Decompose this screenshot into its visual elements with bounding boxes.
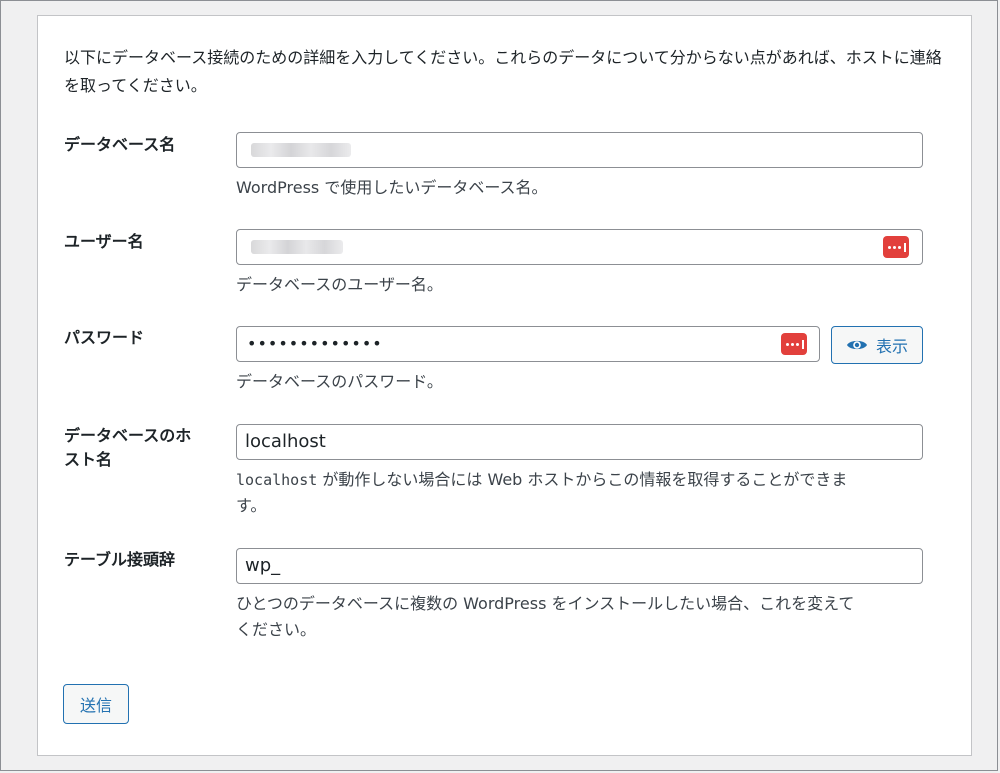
dbhost-input[interactable]: localhost [236, 424, 923, 460]
show-password-label: 表示 [875, 337, 908, 356]
redacted-value [251, 240, 343, 254]
uname-label: ユーザー名 [64, 232, 144, 251]
password-manager-icon[interactable] [883, 236, 909, 258]
uname-description: データベースのユーザー名。 [236, 275, 443, 294]
dbname-label: データベース名 [64, 135, 176, 154]
submit-button[interactable]: 送信 [63, 684, 129, 724]
password-manager-icon[interactable] [781, 333, 807, 355]
redacted-value [251, 143, 351, 157]
password-value: ••••••••••••• [247, 334, 383, 353]
prefix-input[interactable]: wp_ [236, 548, 923, 584]
setup-config-form: 以下にデータベース接続のための詳細を入力してください。これらのデータについて分か… [37, 15, 972, 756]
show-password-button[interactable]: 表示 [831, 326, 923, 364]
eye-icon [846, 340, 867, 350]
uname-input[interactable] [236, 229, 923, 265]
password-input[interactable]: ••••••••••••• [236, 326, 820, 362]
prefix-value: wp_ [245, 555, 281, 576]
intro-text: 以下にデータベース接続のための詳細を入力してください。これらのデータについて分か… [64, 48, 942, 95]
dbname-input[interactable] [236, 132, 923, 168]
prefix-label: テーブル接頭辞 [64, 550, 176, 569]
dbhost-label: データベースのホ スト名 [64, 426, 192, 469]
dbname-description: WordPress で使用したいデータベース名。 [236, 178, 548, 197]
dbhost-description: localhost が動作しない場合には Web ホストからこの情報を取得するこ… [236, 470, 848, 515]
pwd-label: パスワード [64, 328, 145, 347]
prefix-description: ひとつのデータベースに複数の WordPress をインストールしたい場合、これ… [236, 594, 855, 639]
pwd-description: データベースのパスワード。 [236, 372, 443, 391]
dbhost-value: localhost [245, 431, 326, 452]
